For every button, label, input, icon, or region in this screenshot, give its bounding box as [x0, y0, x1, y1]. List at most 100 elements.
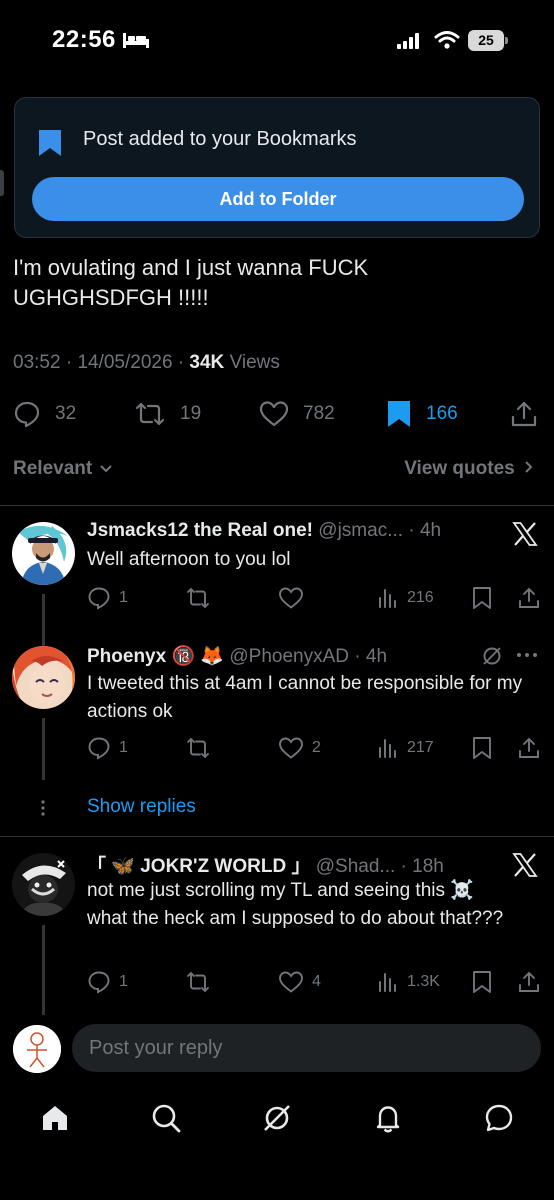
- add-to-folder-button[interactable]: Add to Folder: [32, 177, 524, 221]
- reply-author-handle[interactable]: @PhoenyxAD: [229, 646, 349, 667]
- like-count: 782: [303, 403, 335, 424]
- show-replies-link[interactable]: Show replies: [87, 796, 196, 818]
- like-button[interactable]: 2: [278, 734, 321, 762]
- avatar[interactable]: [12, 646, 75, 709]
- avatar[interactable]: [12, 853, 75, 916]
- reply-time: 18h: [412, 856, 444, 877]
- share-button[interactable]: [517, 584, 549, 612]
- reply-icon: [88, 971, 110, 994]
- reply-header: 「 🦋 JOKR'Z WORLD 」 @Shad... · 18h: [87, 856, 444, 877]
- reply-author-handle[interactable]: @jsmac...: [318, 520, 403, 541]
- like-button[interactable]: 782: [259, 394, 335, 434]
- reply-composer: Post your reply: [0, 1012, 554, 1086]
- reply-button[interactable]: 1: [87, 734, 128, 762]
- avatar[interactable]: [13, 1025, 61, 1073]
- notifications-icon[interactable]: [372, 1102, 404, 1134]
- reply-author-name-prefix: 「: [87, 856, 107, 877]
- chevron-down-icon: [100, 465, 113, 473]
- relevance-filter-label: Relevant: [13, 458, 93, 479]
- repost-icon: [135, 402, 165, 426]
- more-icon[interactable]: [516, 651, 538, 659]
- bookmark-button[interactable]: 166: [386, 394, 458, 434]
- reply-author-badges: 🔞 🦊: [171, 646, 225, 667]
- status-time: 22:56: [52, 26, 116, 53]
- share-icon: [511, 401, 537, 427]
- reply-icon: [88, 737, 110, 760]
- bookmark-button[interactable]: [471, 734, 501, 762]
- search-icon[interactable]: [150, 1102, 182, 1134]
- grok-icon[interactable]: [261, 1102, 293, 1134]
- bookmark-button[interactable]: [471, 584, 501, 612]
- like-icon: [279, 737, 303, 759]
- bookmark-icon: [473, 737, 491, 759]
- repost-icon: [187, 588, 209, 608]
- reply-author-name[interactable]: 🦋 JOKR'Z WORLD: [111, 856, 286, 877]
- share-icon: [519, 737, 539, 758]
- x-logo-icon: [512, 522, 538, 546]
- avatar[interactable]: [12, 522, 75, 585]
- reply-header: Phoenyx 🔞 🦊 @PhoenyxAD · 4h: [87, 646, 388, 667]
- repost-button[interactable]: [185, 734, 219, 762]
- views-count: 216: [407, 589, 434, 606]
- post-meta: 03:52 · 14/05/2026 · 34K Views: [13, 352, 280, 373]
- grok-icon[interactable]: [481, 645, 503, 667]
- bookmark-toast: Post added to your Bookmarks Add to Fold…: [14, 97, 540, 238]
- reply-button[interactable]: 1: [87, 968, 128, 996]
- reply-text: I tweeted this at 4am I cannot be respon…: [87, 673, 523, 722]
- post-author-avatar-edge: [0, 170, 4, 196]
- views-icon: [379, 739, 396, 758]
- view-quotes-link[interactable]: View quotes: [404, 458, 534, 480]
- wifi-icon: [434, 31, 460, 49]
- bookmark-icon: [473, 587, 491, 609]
- reply-count: 1: [119, 589, 128, 606]
- bookmark-button[interactable]: [471, 968, 501, 996]
- repost-count: 19: [180, 403, 202, 424]
- reply-author-name[interactable]: Jsmacks12 the Real one!: [87, 520, 313, 541]
- like-icon: [279, 587, 303, 609]
- repost-button[interactable]: [185, 968, 219, 996]
- reply-author-handle[interactable]: @Shad...: [316, 856, 396, 877]
- status-bar: 22:56 25: [0, 0, 554, 84]
- like-icon: [259, 401, 289, 427]
- divider: [0, 836, 554, 837]
- like-icon: [279, 971, 303, 993]
- share-icon: [519, 587, 539, 608]
- share-button[interactable]: [517, 734, 549, 762]
- bookmark-count: 166: [426, 403, 458, 424]
- chevron-right-icon: [525, 461, 533, 473]
- post-text: I'm ovulating and I just wanna FUCK UGHG…: [13, 255, 369, 310]
- bookmark-icon: [39, 130, 61, 156]
- more-replies-dots-icon: [41, 800, 45, 816]
- views-count: 217: [407, 739, 434, 756]
- views-button[interactable]: 217: [377, 734, 434, 762]
- reply-icon: [14, 401, 40, 428]
- reply-count: 32: [55, 403, 77, 424]
- reply-button[interactable]: 32: [13, 394, 76, 434]
- messages-icon[interactable]: [483, 1102, 515, 1134]
- share-button[interactable]: [510, 394, 552, 434]
- post-views-label: Views: [229, 352, 280, 373]
- battery-level: 25: [478, 32, 494, 48]
- like-button[interactable]: [278, 584, 312, 612]
- reply-author-name-suffix: 」: [291, 856, 311, 877]
- signal-icon: [397, 33, 419, 49]
- share-icon: [519, 971, 539, 992]
- home-icon[interactable]: [39, 1102, 71, 1134]
- views-button[interactable]: 1.3K: [377, 968, 440, 996]
- repost-button[interactable]: [185, 584, 219, 612]
- battery-indicator: 25: [468, 30, 508, 51]
- like-count: 4: [312, 973, 321, 990]
- reply-author-name[interactable]: Phoenyx: [87, 646, 166, 667]
- like-button[interactable]: 4: [278, 968, 321, 996]
- divider: [0, 505, 554, 506]
- view-quotes-label: View quotes: [404, 458, 515, 479]
- repost-button[interactable]: 19: [134, 394, 201, 434]
- share-button[interactable]: [517, 968, 549, 996]
- post-views-count: 34K: [189, 352, 225, 373]
- reply-button[interactable]: 1: [87, 584, 128, 612]
- post-action-bar: 32 19 782 166: [0, 394, 554, 434]
- repost-icon: [187, 738, 209, 758]
- relevance-filter[interactable]: Relevant: [13, 458, 113, 480]
- reply-input[interactable]: Post your reply: [72, 1024, 541, 1072]
- views-button[interactable]: 216: [377, 584, 434, 612]
